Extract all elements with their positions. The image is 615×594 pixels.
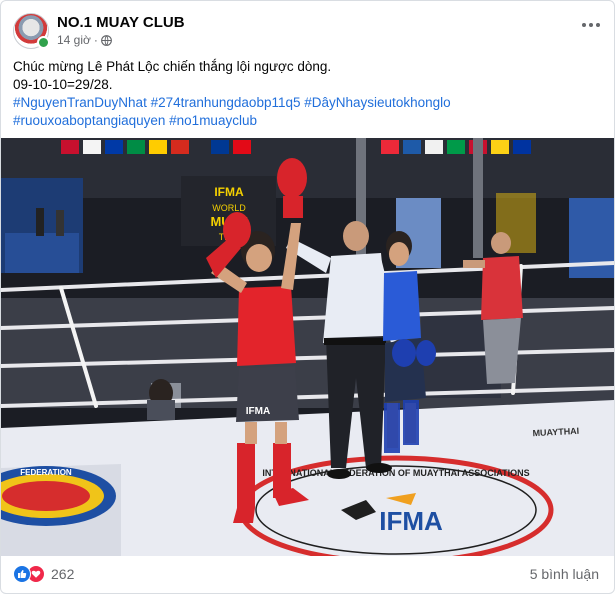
post-caption: Chúc mừng Lê Phát Lộc chiến thắng lội ng… bbox=[13, 58, 603, 130]
mat-federation-text: FEDERATION bbox=[20, 468, 72, 477]
reactions-summary[interactable]: 262 bbox=[13, 565, 74, 583]
post-time[interactable]: 14 giờ bbox=[57, 33, 91, 47]
hashtag-link[interactable]: #no1muayclub bbox=[169, 113, 257, 128]
online-indicator bbox=[37, 36, 50, 49]
like-icon bbox=[13, 565, 31, 583]
globe-icon bbox=[100, 34, 112, 46]
comments-count-link[interactable]: 5 bình luận bbox=[530, 566, 599, 582]
caption-line: Chúc mừng Lê Phát Lộc chiến thắng lội ng… bbox=[13, 59, 332, 74]
hashtag-link[interactable]: #ruouxoaboptangiaquyen bbox=[13, 113, 165, 128]
hashtag-link[interactable]: #NguyenTranDuyNhat bbox=[13, 95, 147, 110]
more-icon-dot bbox=[596, 23, 600, 27]
more-options-button[interactable] bbox=[579, 17, 603, 33]
post-header: NO.1 MUAY CLUB 14 giờ · bbox=[13, 11, 603, 51]
muay-thai-ring-photo: IFMA WORLD MUAY THAI bbox=[1, 138, 614, 556]
facebook-post: NO.1 MUAY CLUB 14 giờ · Chúc mừng Lê Phá… bbox=[0, 0, 615, 594]
page-avatar[interactable] bbox=[13, 13, 50, 49]
more-icon-dot bbox=[589, 23, 593, 27]
meta-separator: · bbox=[93, 33, 98, 47]
mat-ifma-text: IFMA bbox=[379, 506, 443, 536]
mat-ring-text: INTERNATIONAL FEDERATION OF MUAYTHAI ASS… bbox=[262, 468, 529, 478]
post-photo[interactable]: IFMA WORLD MUAY THAI bbox=[1, 138, 614, 556]
banner-ifma-text: IFMA bbox=[214, 185, 244, 199]
hashtag-link[interactable]: #274tranhungdaobp11q5 bbox=[151, 95, 301, 110]
post-meta: 14 giờ · bbox=[57, 33, 112, 47]
more-icon bbox=[582, 23, 586, 27]
page-name[interactable]: NO.1 MUAY CLUB bbox=[57, 14, 185, 31]
caption-score-line: 09-10-10=29/28. bbox=[13, 77, 113, 92]
post-footer: 262 5 bình luận bbox=[13, 561, 603, 589]
hashtag-list: #NguyenTranDuyNhat #274tranhungdaobp11q5… bbox=[13, 94, 603, 130]
shorts-text: IFMA bbox=[246, 406, 270, 417]
reaction-count: 262 bbox=[51, 566, 75, 582]
banner-world-text: WORLD bbox=[212, 203, 246, 213]
hashtag-link[interactable]: #DâyNhaysieutokhonglo bbox=[304, 95, 450, 110]
